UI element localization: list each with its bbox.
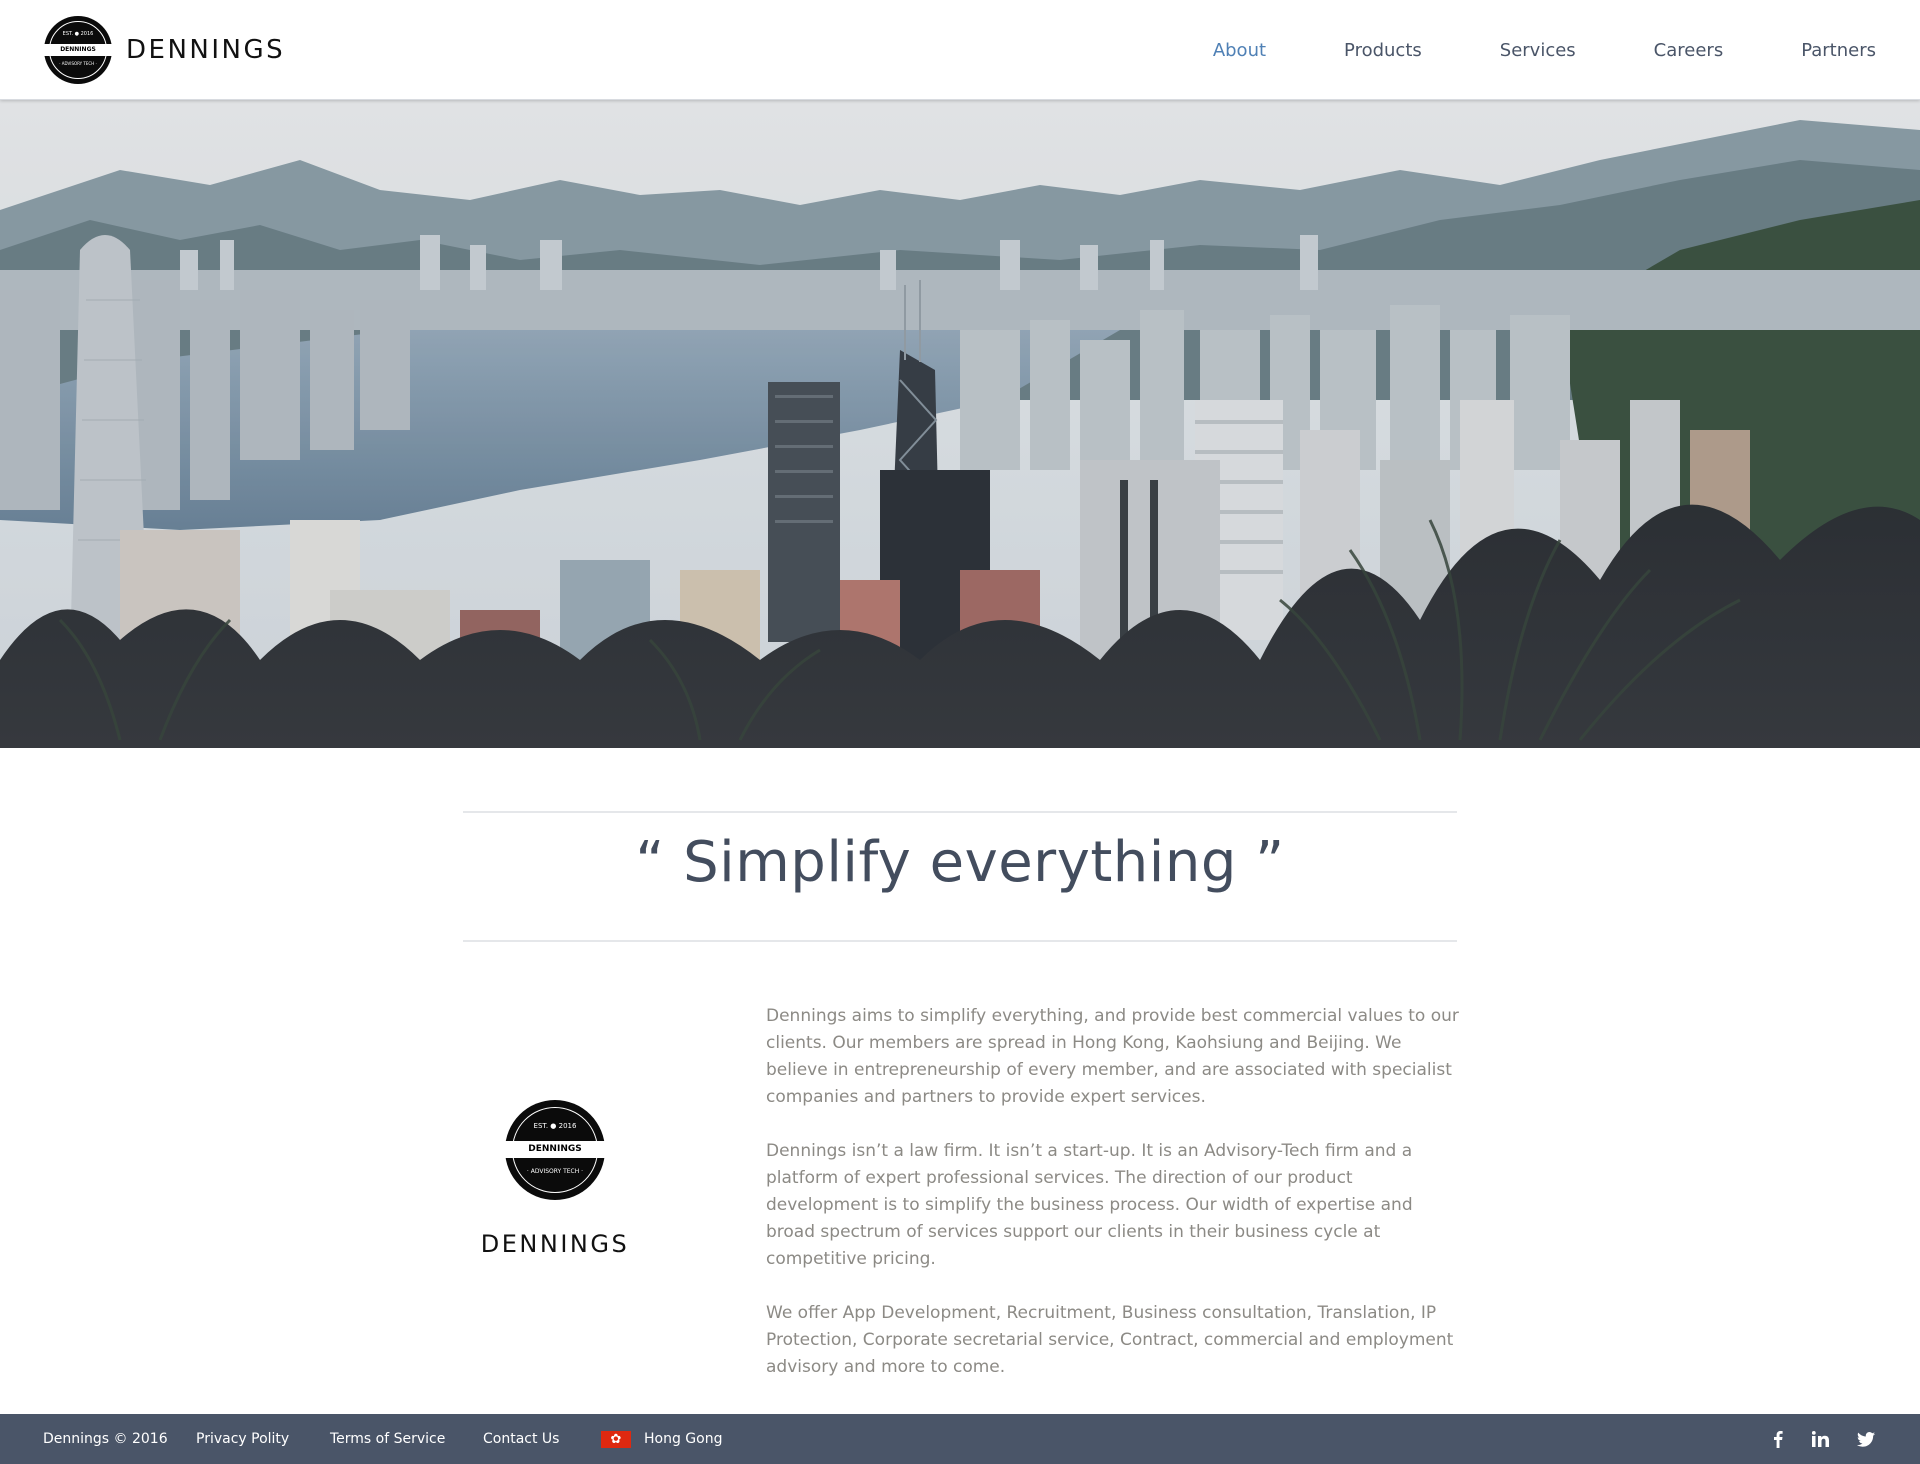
site-footer: Dennings © 2016 Privacy Polity Terms of … (0, 1414, 1920, 1464)
linkedin-icon[interactable] (1808, 1414, 1832, 1464)
quote-divider-bottom (463, 940, 1457, 942)
footer-privacy-link[interactable]: Privacy Polity (196, 1414, 289, 1464)
nav-partners[interactable]: Partners (1801, 40, 1876, 61)
footer-terms-link[interactable]: Terms of Service (330, 1414, 445, 1464)
about-paragraph: Dennings aims to simplify everything, an… (766, 1006, 1459, 1107)
facebook-icon[interactable] (1766, 1414, 1790, 1464)
footer-copyright: Dennings © 2016 (43, 1431, 168, 1447)
twitter-icon[interactable] (1853, 1414, 1879, 1464)
nav-services[interactable]: Services (1500, 40, 1576, 61)
about-paragraph: We offer App Development, Recruitment, B… (766, 1303, 1454, 1377)
about-description: Dennings aims to simplify everything, an… (766, 1003, 1460, 1408)
nav-about[interactable]: About (1213, 40, 1266, 61)
brand-logo-link[interactable]: EST. ● 2016 DENNINGS · ADVISORY TECH · D… (44, 16, 285, 84)
hong-kong-flag-icon: ✿ (601, 1431, 631, 1448)
main-nav: About Products Services Careers Partners (1135, 0, 1876, 100)
tagline-quote: “ Simplify everything ” (635, 830, 1285, 895)
quote-divider-top (463, 811, 1457, 813)
nav-careers[interactable]: Careers (1654, 40, 1724, 61)
brand-wordmark: DENNINGS (126, 35, 286, 65)
about-logo: EST. ● 2016 DENNINGS · ADVISORY TECH · D… (463, 1100, 647, 1258)
dennings-badge-icon: EST. ● 2016 DENNINGS · ADVISORY TECH · (505, 1100, 605, 1200)
about-paragraph: Dennings isn’t a law firm. It isn’t a st… (766, 1141, 1413, 1269)
site-header: EST. ● 2016 DENNINGS · ADVISORY TECH · D… (0, 0, 1920, 100)
hero-skyline-image (0, 100, 1920, 748)
dennings-badge-icon: EST. ● 2016 DENNINGS · ADVISORY TECH · (44, 16, 112, 84)
about-wordmark: DENNINGS (480, 1230, 630, 1258)
nav-products[interactable]: Products (1344, 40, 1422, 61)
footer-region[interactable]: Hong Gong (644, 1414, 722, 1464)
footer-contact-link[interactable]: Contact Us (483, 1414, 559, 1464)
